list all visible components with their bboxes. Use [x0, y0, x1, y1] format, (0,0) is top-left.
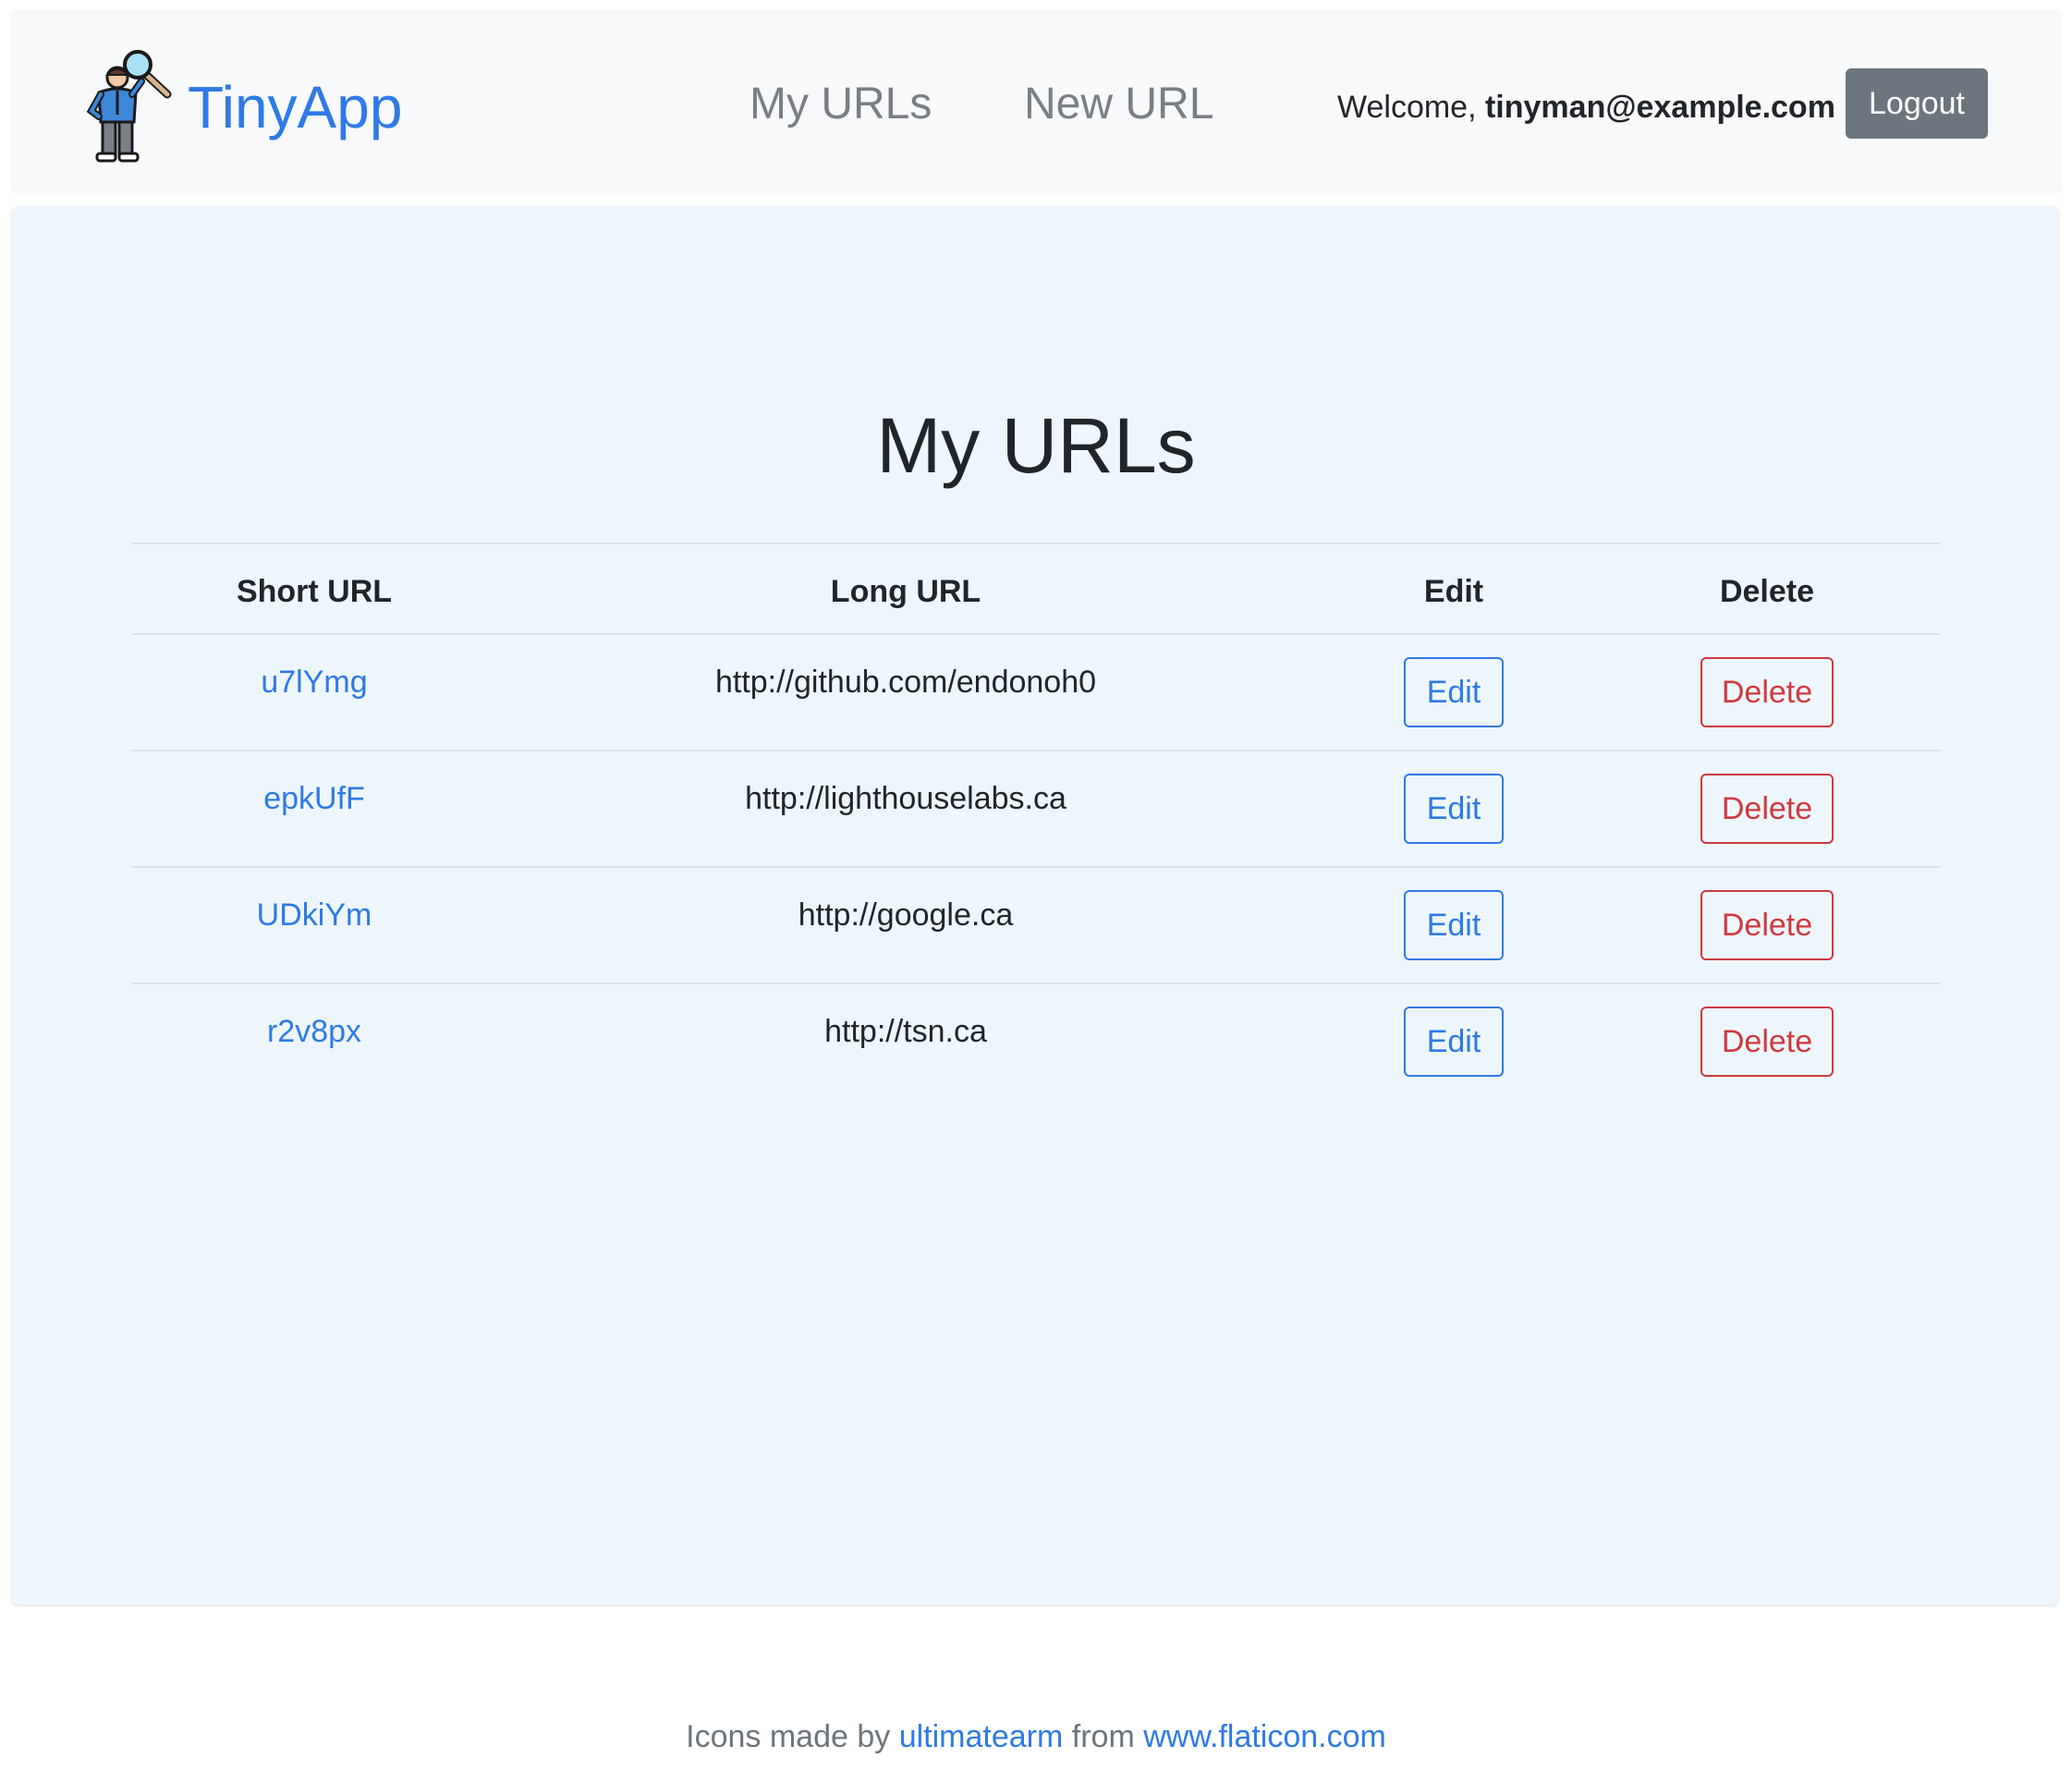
table-row: u7lYmg http://github.com/endonoh0 Edit D…: [131, 633, 1941, 750]
short-url-link[interactable]: u7lYmg: [261, 666, 367, 698]
footer-attribution: Icons made by ultimatearm from www.flati…: [0, 1721, 2072, 1752]
welcome-prefix: Welcome,: [1337, 90, 1477, 125]
nav-link-new-url[interactable]: New URL: [1024, 82, 1213, 127]
brand-link[interactable]: TinyApp: [79, 47, 402, 167]
nav-link-my-urls[interactable]: My URLs: [750, 82, 932, 127]
delete-button[interactable]: Delete: [1700, 1007, 1834, 1077]
table-row: UDkiYm http://google.ca Edit Delete: [131, 866, 1941, 983]
short-url-link[interactable]: UDkiYm: [257, 899, 372, 931]
delete-button[interactable]: Delete: [1700, 890, 1834, 960]
table-header-row: Short URL Long URL Edit Delete: [131, 543, 1941, 633]
column-header-edit: Edit: [1423, 574, 1484, 609]
long-url-text: http://tsn.ca: [824, 1014, 987, 1049]
column-header-short-url: Short URL: [236, 574, 393, 609]
column-header-long-url: Long URL: [830, 574, 981, 609]
table-row: epkUfF http://lighthouselabs.ca Edit Del…: [131, 750, 1941, 866]
edit-button[interactable]: Edit: [1404, 657, 1504, 727]
short-url-link[interactable]: r2v8px: [267, 1016, 361, 1047]
edit-button[interactable]: Edit: [1404, 1007, 1504, 1077]
urls-table: Short URL Long URL Edit Delete u7lYmg ht…: [131, 543, 1941, 1099]
edit-button[interactable]: Edit: [1404, 774, 1504, 844]
long-url-text: http://google.ca: [798, 897, 1014, 933]
page-title: My URLs: [876, 402, 1196, 489]
delete-button[interactable]: Delete: [1700, 657, 1834, 727]
navbar: TinyApp My URLs New URL Welcome, tinyman…: [10, 10, 2062, 193]
user-email: tinyman@example.com: [1484, 90, 1835, 125]
welcome-message: Welcome, tinyman@example.com: [1337, 92, 1835, 123]
table-row: r2v8px http://tsn.ca Edit Delete: [131, 983, 1941, 1099]
flaticon-link[interactable]: www.flaticon.com: [1143, 1719, 1386, 1754]
edit-button[interactable]: Edit: [1404, 890, 1504, 960]
long-url-text: http://github.com/endonoh0: [714, 665, 1097, 700]
footer-middle: from: [1071, 1719, 1135, 1754]
author-link[interactable]: ultimatearm: [899, 1719, 1064, 1754]
detective-with-magnifier-icon: [86, 49, 172, 162]
brand-name: TinyApp: [188, 74, 403, 140]
short-url-link[interactable]: epkUfF: [263, 783, 365, 814]
column-header-delete: Delete: [1719, 574, 1815, 609]
long-url-text: http://lighthouselabs.ca: [745, 781, 1066, 816]
delete-button[interactable]: Delete: [1700, 774, 1834, 844]
footer-prefix: Icons made by: [686, 1719, 891, 1754]
logout-button[interactable]: Logout: [1846, 68, 1988, 139]
